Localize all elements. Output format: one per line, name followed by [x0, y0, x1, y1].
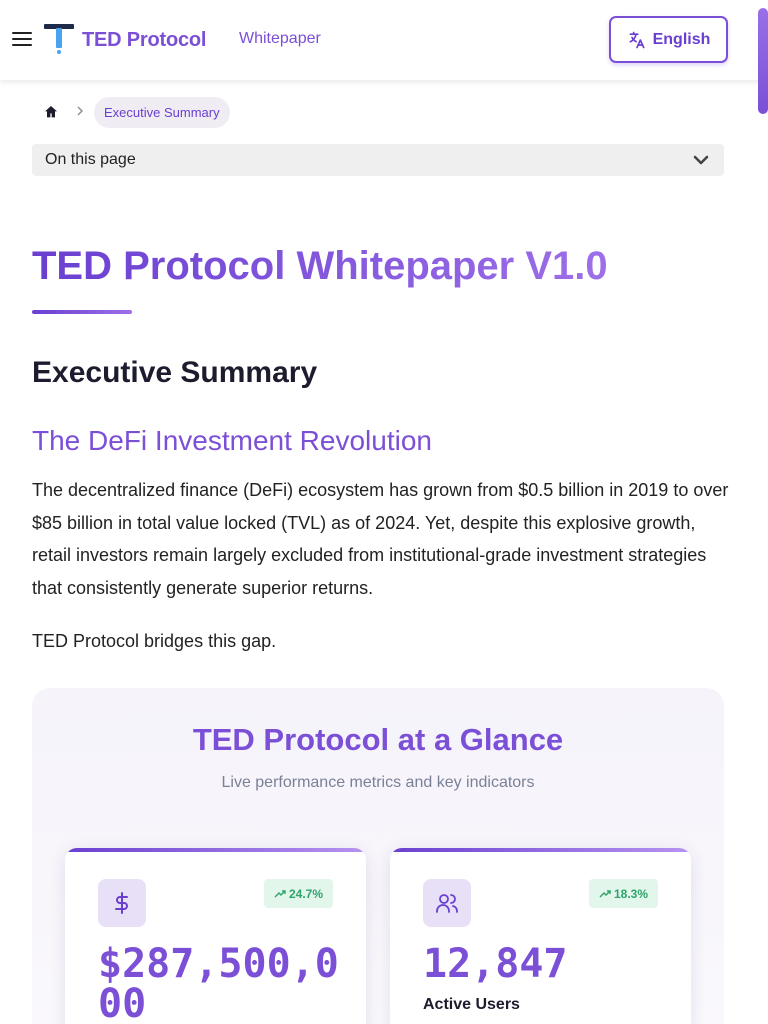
hamburger-menu-icon[interactable] — [12, 30, 32, 48]
translate-icon — [629, 31, 645, 48]
logo-text: TED Protocol — [82, 28, 207, 51]
subsection-heading: The DeFi Investment Revolution — [32, 425, 432, 456]
home-icon[interactable] — [36, 97, 66, 127]
glance-subtitle: Live performance metrics and key indicat… — [221, 774, 535, 791]
language-button[interactable]: English — [609, 16, 728, 63]
metric-label: Active Users — [423, 996, 520, 1013]
badge-value: 24.7% — [288, 886, 324, 901]
nav-link-whitepaper[interactable]: Whitepaper — [239, 30, 321, 48]
breadcrumb: Executive Summary — [36, 96, 230, 128]
language-label: English — [652, 30, 711, 48]
scrollbar-thumb[interactable] — [758, 8, 768, 114]
trending-up-icon — [599, 889, 611, 897]
intro-paragraph: The decentralized finance (DeFi) ecosyst… — [32, 480, 729, 599]
metric-value: 12,847 — [423, 941, 568, 987]
growth-badge: 18.3% — [589, 879, 658, 908]
growth-badge: 24.7% — [264, 879, 333, 908]
metric-card-users: 18.3% 12,847 Active Users — [390, 848, 691, 1024]
section-heading: Executive Summary — [32, 356, 318, 389]
page-title: TED Protocol Whitepaper V1.0 — [32, 244, 608, 288]
on-this-page-label: On this page — [45, 151, 136, 168]
glance-title: TED Protocol at a Glance — [192, 722, 564, 757]
on-this-page-dropdown[interactable]: On this page — [32, 144, 724, 176]
dollar-icon — [98, 879, 146, 927]
badge-value: 18.3% — [613, 886, 649, 901]
chevron-right-icon — [66, 105, 94, 119]
chevron-down-icon — [693, 155, 709, 165]
ted-logo-icon — [44, 24, 74, 56]
glance-panel: TED Protocol at a Glance Live performanc… — [32, 688, 724, 1024]
metric-card-tvl: 24.7% $287,500,000 — [65, 848, 366, 1024]
users-icon — [423, 879, 471, 927]
top-navbar: TED Protocol Whitepaper English — [0, 0, 768, 80]
bridge-paragraph: TED Protocol bridges this gap. — [32, 631, 277, 651]
breadcrumb-current[interactable]: Executive Summary — [94, 96, 230, 128]
metric-value: $287,500,000 — [98, 941, 339, 1024]
title-underline — [32, 310, 132, 314]
trending-up-icon — [274, 889, 286, 897]
logo[interactable]: TED Protocol — [44, 24, 206, 56]
